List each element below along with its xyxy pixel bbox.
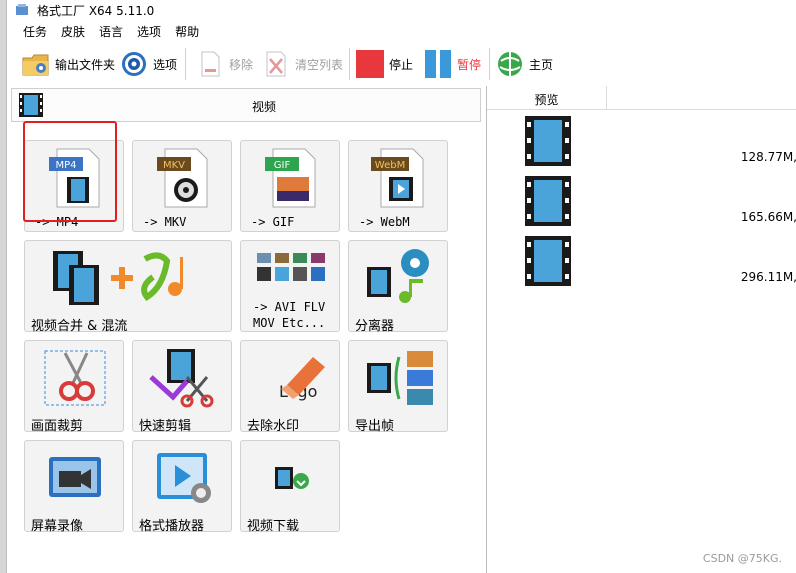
stop-label: 停止 [389, 57, 414, 72]
tile-player[interactable]: 格式播放器 [132, 440, 232, 534]
gif-badge: GIF [274, 160, 291, 171]
tile-mkv[interactable]: MKV -> MKV [132, 140, 232, 232]
csdn-watermark: CSDN @75KG. [702, 552, 782, 565]
clear-list-icon [266, 51, 286, 77]
toolbar-separator [349, 48, 350, 80]
task-row[interactable]: 128.77M, [487, 116, 796, 174]
tile-download[interactable]: 视频下载 [240, 440, 340, 534]
toolbar-separator [185, 48, 186, 80]
video-thumb-icon [525, 116, 571, 166]
tile-remove-watermark-label: 去除水印 [247, 419, 300, 434]
clear-list-label: 清空列表 [295, 57, 344, 72]
task-size: 128.77M, [740, 150, 796, 164]
merge-icon [53, 251, 183, 305]
tile-quick-cut-label: 快速剪辑 [139, 419, 192, 434]
quick-cut-icon [149, 349, 214, 408]
title-bar: 格式工厂 X64 5.11.0 [7, 0, 796, 20]
screen-record-icon [49, 457, 101, 497]
output-folder-button[interactable]: 输出文件夹 [21, 44, 115, 84]
preview-column-header[interactable]: 预览 [487, 86, 607, 110]
mkv-file-icon: MKV [157, 148, 208, 208]
remove-label: 移除 [229, 57, 254, 72]
tile-mkv-label: -> MKV [143, 215, 187, 229]
menu-options[interactable]: 选项 [130, 21, 168, 41]
stop-icon [356, 50, 384, 78]
menu-language[interactable]: 语言 [92, 21, 130, 41]
pause-button[interactable]: 暂停 [423, 44, 481, 84]
options-button[interactable]: 选项 [119, 44, 177, 84]
tile-splitter[interactable]: 分离器 [348, 240, 448, 334]
toolbar-separator [489, 48, 490, 80]
output-folder-label: 输出文件夹 [55, 57, 116, 72]
pause-icon [425, 50, 451, 78]
home-button[interactable]: 主页 [495, 44, 553, 84]
mp4-badge: MP4 [55, 160, 76, 171]
window-title: 格式工厂 X64 5.11.0 [37, 4, 155, 18]
stop-button[interactable]: 停止 [355, 44, 413, 84]
film-icon [19, 93, 43, 117]
task-list-header: 预览 [487, 86, 796, 110]
pause-label: 暂停 [457, 57, 482, 72]
tile-remove-watermark[interactable]: Logo 去除水印 [240, 340, 340, 434]
splitter-icon [367, 249, 429, 303]
tile-export-frames-label: 导出帧 [355, 419, 395, 434]
toolbar: 输出文件夹 选项 移除 清空列表 停止 暂停 主页 [7, 44, 796, 84]
tile-webm-label: -> WebM [359, 215, 410, 229]
tile-avi-flv-mov[interactable]: -> AVI FLV MOV Etc... [240, 240, 340, 332]
tile-mp4[interactable]: MP4 -> MP4 [24, 140, 124, 232]
download-icon [275, 467, 309, 489]
menu-bar: 任务 皮肤 语言 选项 帮助 [7, 21, 796, 41]
task-size: 165.66M, [740, 210, 796, 224]
tile-player-label: 格式播放器 [139, 519, 205, 534]
eraser-logo-icon: Logo [279, 357, 325, 401]
export-frames-icon [367, 351, 433, 405]
mp4-file-icon: MP4 [49, 148, 100, 208]
video-thumb-icon [525, 236, 571, 286]
webm-file-icon: WebM [371, 148, 424, 208]
tile-webm[interactable]: WebM -> WebM [348, 140, 448, 232]
tile-avi-flv-mov-label: -> AVI FLV MOV Etc... [253, 300, 326, 330]
clear-list-button[interactable]: 清空列表 [261, 44, 343, 84]
task-row[interactable]: 165.66M, [487, 176, 796, 234]
multi-format-icon [257, 253, 325, 281]
mkv-badge: MKV [163, 160, 185, 171]
tile-screen-record[interactable]: 屏幕录像 [24, 440, 124, 534]
tile-screen-record-label: 屏幕录像 [31, 519, 84, 534]
tile-mp4-label: -> MP4 [35, 215, 79, 229]
gif-file-icon: GIF [265, 148, 316, 208]
crop-scissors-icon [44, 350, 106, 406]
remove-button[interactable]: 移除 [195, 44, 253, 84]
globe-icon [498, 52, 522, 76]
player-icon [157, 453, 211, 503]
app-icon [16, 4, 28, 15]
home-label: 主页 [529, 57, 554, 72]
task-row[interactable]: 296.11M, [487, 236, 796, 294]
tile-merge-label: 视频合并 & 混流 [31, 319, 128, 334]
menu-help[interactable]: 帮助 [168, 21, 206, 41]
task-size: 296.11M, [740, 270, 796, 284]
document-remove-icon [201, 51, 220, 77]
task-list-panel: 预览 128.77M, 165.66M, 296.11M, [486, 86, 796, 573]
gear-icon [122, 52, 146, 76]
category-label: 视频 [252, 100, 277, 114]
category-video-header[interactable]: 视频 [11, 88, 481, 122]
options-label: 选项 [153, 57, 178, 72]
folder-icon [22, 54, 49, 76]
tile-gif-label: -> GIF [251, 215, 295, 229]
tile-crop-label: 画面裁剪 [31, 419, 84, 434]
video-thumb-icon [525, 176, 571, 226]
tile-gif[interactable]: GIF -> GIF [240, 140, 340, 232]
tile-splitter-label: 分离器 [355, 319, 395, 334]
menu-task[interactable]: 任务 [7, 21, 54, 41]
tile-crop[interactable]: 画面裁剪 [24, 340, 124, 434]
menu-skin[interactable]: 皮肤 [54, 21, 92, 41]
tile-quick-cut[interactable]: 快速剪辑 [132, 340, 232, 434]
tile-download-label: 视频下载 [247, 519, 300, 534]
tile-merge[interactable]: 视频合并 & 混流 [24, 240, 232, 334]
function-panel: 视频 MP4 -> MP4 MKV -> MKV GIF -> GIF WebM… [7, 86, 483, 573]
webm-badge: WebM [375, 160, 405, 171]
tile-export-frames[interactable]: 导出帧 [348, 340, 448, 434]
background-window-strip [0, 0, 7, 573]
